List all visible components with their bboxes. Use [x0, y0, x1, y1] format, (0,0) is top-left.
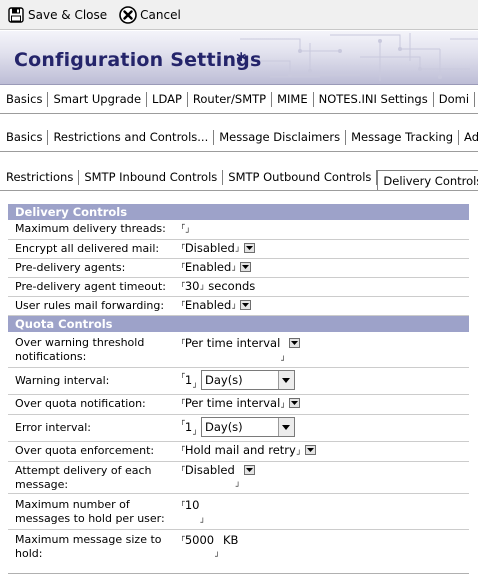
tab-divider: [0, 190, 478, 191]
delivery-controls-header: Delivery Controls: [8, 204, 469, 220]
warn-threshold-dropdown-icon[interactable]: [289, 338, 301, 348]
tab-notes-ini[interactable]: NOTES.INI Settings: [314, 92, 434, 107]
encrypt-mail-label: Encrypt all delivered mail:: [15, 242, 160, 255]
tab-router-smtp[interactable]: Router/SMTP: [187, 92, 273, 107]
warn-threshold-row: Over warning threshold notifications: ┌ P…: [8, 332, 469, 368]
attempt-delivery-row: Attempt delivery of each message: ┌ Disab…: [8, 462, 469, 494]
cancel-button[interactable]: Cancel: [116, 4, 184, 26]
user-rules-row: User rules mail forwarding: ┌ Enabled ┘: [8, 297, 469, 316]
predelivery-agents-label: Pre-delivery agents:: [15, 261, 126, 274]
tab-delivery-controls[interactable]: Delivery Controls: [377, 169, 478, 191]
user-rules-value: Enabled: [184, 298, 232, 312]
tabs-level1: Basics Smart Upgrade LDAP Router/SMTP MI…: [0, 86, 478, 114]
quota-enforcement-field[interactable]: ┌ Hold mail and retry ┘: [180, 442, 469, 461]
max-size-value: 5000: [184, 533, 215, 547]
attempt-delivery-field[interactable]: ┌ Disabled ┘: [180, 462, 469, 493]
warning-interval-field: ┌ 1 ┘ Day(s): [180, 368, 469, 394]
quota-notify-value: Per time interval: [184, 396, 281, 410]
error-interval-label: Error interval:: [15, 421, 91, 434]
save-close-label: Save & Close: [28, 7, 108, 22]
cancel-label: Cancel: [140, 7, 181, 22]
quota-notify-row: Over quota notification: ┌ Per time inter…: [8, 395, 469, 415]
error-interval-unit-select[interactable]: Day(s): [200, 417, 295, 437]
max-size-label: Maximum message size to hold:: [15, 533, 162, 560]
error-interval-value[interactable]: 1: [185, 417, 192, 434]
predelivery-agents-field[interactable]: ┌ Enabled ┘: [180, 259, 469, 277]
encrypt-mail-field[interactable]: ┌ Disabled ┘: [180, 240, 469, 258]
max-delivery-threads-label: Maximum delivery threads:: [15, 222, 166, 235]
warn-threshold-value: Per time interval: [184, 336, 281, 350]
predelivery-timeout-field[interactable]: ┌ 30 ┘ seconds: [180, 278, 469, 296]
warn-threshold-label: Over warning threshold notifications:: [15, 336, 145, 363]
predelivery-timeout-unit: seconds: [208, 279, 256, 293]
form-bottom-border: [8, 573, 469, 574]
error-interval-field: ┌ 1 ┘ Day(s): [180, 415, 469, 441]
max-delivery-threads-row: Maximum delivery threads: ┌ ┘: [8, 220, 469, 240]
error-interval-unit-value: Day(s): [204, 420, 243, 434]
tab-smart-upgrade[interactable]: Smart Upgrade: [48, 92, 148, 107]
warning-interval-label: Warning interval:: [15, 374, 110, 387]
max-hold-row: Maximum number of messages to hold per u…: [8, 494, 469, 530]
tab-restrictions-controls[interactable]: Restrictions and Controls...: [48, 130, 215, 145]
encrypt-mail-row: Encrypt all delivered mail: ┌ Disabled ┘: [8, 240, 469, 259]
warning-interval-unit-value: Day(s): [204, 373, 243, 387]
max-size-row: Maximum message size to hold: ┌ 5000 ┘ KB: [8, 530, 469, 563]
max-hold-label: Maximum number of messages to hold per u…: [15, 498, 165, 525]
tab-smtp-inbound[interactable]: SMTP Inbound Controls: [79, 169, 224, 185]
max-hold-value: 10: [184, 498, 200, 512]
tab-message-tracking[interactable]: Message Tracking: [346, 130, 460, 145]
quota-enforcement-row: Over quota enforcement: ┌ Hold mail and r…: [8, 442, 469, 462]
tab-advanced[interactable]: Adv: [459, 130, 478, 145]
unsaved-marker: : *: [222, 49, 247, 71]
predelivery-timeout-label: Pre-delivery agent timeout:: [15, 280, 166, 293]
quota-controls-header: Quota Controls: [8, 316, 469, 332]
warning-interval-unit-select[interactable]: Day(s): [200, 370, 295, 390]
tab-message-disclaimers[interactable]: Message Disclaimers: [214, 130, 347, 145]
save-icon: [7, 6, 25, 24]
user-rules-dropdown-icon[interactable]: [240, 300, 252, 310]
warn-threshold-field[interactable]: ┌ Per time interval ┘: [180, 332, 469, 367]
error-interval-row: Error interval: ┌ 1 ┘ Day(s): [8, 415, 469, 442]
quota-enforcement-label: Over quota enforcement:: [15, 444, 155, 457]
tab-smtp-outbound[interactable]: SMTP Outbound Controls: [223, 169, 378, 185]
tab-mime[interactable]: MIME: [272, 92, 314, 107]
error-interval-chevron-icon: [277, 418, 294, 436]
attempt-delivery-dropdown-icon[interactable]: [243, 465, 255, 475]
encrypt-mail-value: Disabled: [184, 241, 235, 255]
predelivery-agents-dropdown-icon[interactable]: [240, 262, 252, 272]
user-rules-field[interactable]: ┌ Enabled ┘: [180, 297, 469, 315]
action-toolbar: Save & Close Cancel: [0, 0, 478, 30]
quota-enforcement-dropdown-icon[interactable]: [304, 445, 316, 455]
encrypt-mail-dropdown-icon[interactable]: [243, 243, 255, 253]
form-banner: Configuration Settings : *: [0, 31, 478, 85]
predelivery-agents-value: Enabled: [184, 260, 232, 274]
tab-basics[interactable]: Basics: [0, 92, 49, 107]
warning-interval-chevron-icon: [277, 371, 294, 389]
tabs-level2: Basics Restrictions and Controls... Mess…: [0, 124, 478, 152]
save-close-button[interactable]: Save & Close: [4, 4, 110, 26]
attempt-delivery-label: Attempt delivery of each message:: [15, 464, 152, 491]
tab-domino-web[interactable]: Domi: [434, 92, 476, 107]
quota-notify-label: Over quota notification:: [15, 397, 146, 410]
predelivery-timeout-value: 30: [184, 279, 200, 293]
tabs-level3: Restrictions SMTP Inbound Controls SMTP …: [0, 163, 478, 191]
max-size-field[interactable]: ┌ 5000 ┘ KB: [180, 530, 469, 563]
quota-enforcement-value: Hold mail and retry: [184, 443, 296, 457]
user-rules-label: User rules mail forwarding:: [15, 299, 165, 312]
max-delivery-threads-field[interactable]: ┌ ┘: [180, 220, 469, 239]
tab-restrictions[interactable]: Restrictions: [0, 169, 80, 185]
predelivery-timeout-row: Pre-delivery agent timeout: ┌ 30 ┘ seconds: [8, 278, 469, 297]
tab-router-basics[interactable]: Basics: [0, 130, 49, 145]
cancel-icon: [119, 5, 137, 24]
warning-interval-row: Warning interval: ┌ 1 ┘ Day(s): [8, 368, 469, 395]
quota-notify-field[interactable]: ┌ Per time interval ┘: [180, 395, 469, 414]
attempt-delivery-value: Disabled: [184, 463, 235, 477]
warning-interval-value[interactable]: 1: [185, 370, 192, 387]
form-content: Delivery Controls Maximum delivery threa…: [8, 204, 469, 563]
tab-ldap[interactable]: LDAP: [147, 92, 188, 107]
predelivery-agents-row: Pre-delivery agents: ┌ Enabled ┘: [8, 259, 469, 278]
max-hold-field[interactable]: ┌ 10 ┘: [180, 494, 469, 529]
max-size-unit: KB: [222, 533, 239, 547]
quota-notify-dropdown-icon[interactable]: [289, 398, 301, 408]
